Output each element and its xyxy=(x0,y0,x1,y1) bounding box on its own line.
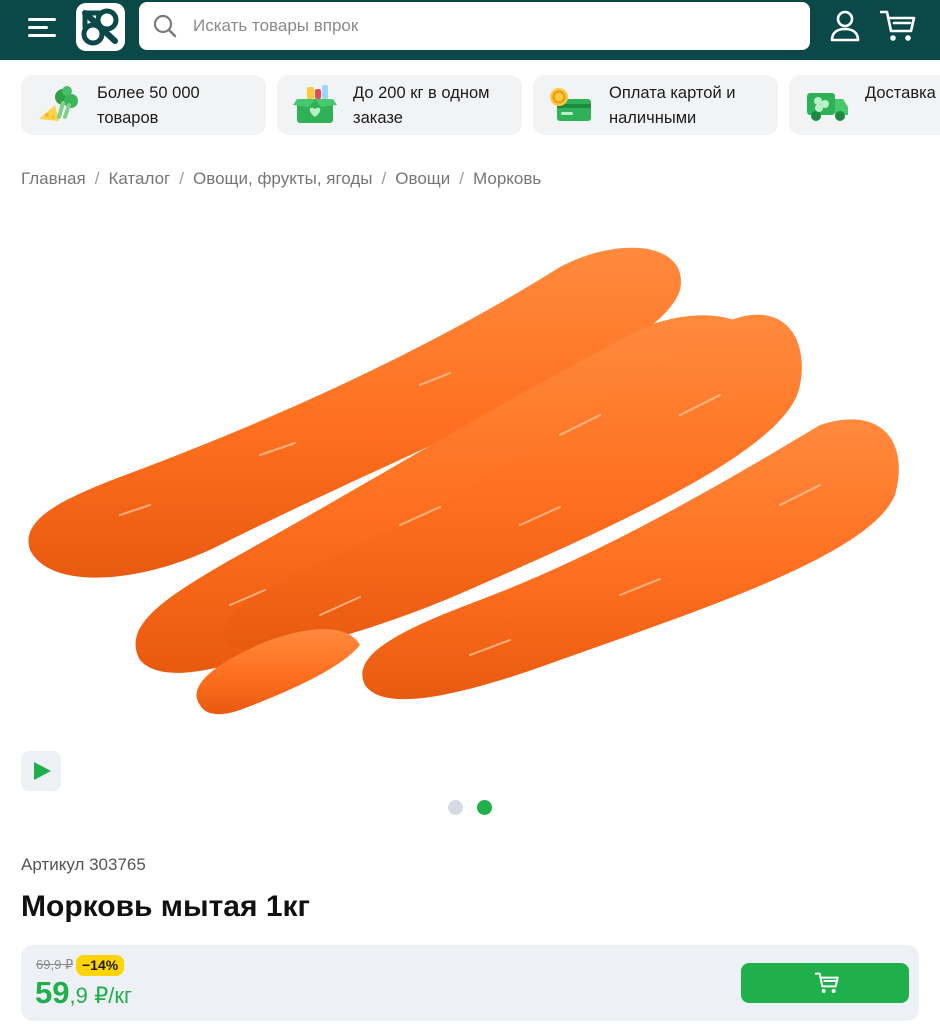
play-video-button[interactable] xyxy=(21,751,61,791)
box-heart-icon xyxy=(293,85,337,123)
price-unit: ₽/кг xyxy=(94,983,133,1008)
cart-icon xyxy=(815,972,839,993)
price-integer: 59 xyxy=(35,975,70,1010)
feature-card-assortment[interactable]: Более 50 000 товаров xyxy=(21,75,266,135)
product-sku: Артикул 303765 xyxy=(21,855,146,874)
gallery-dot-2-active[interactable] xyxy=(477,800,492,815)
feature-card-payment[interactable]: Оплата картой и наличными xyxy=(533,75,778,135)
product-image[interactable] xyxy=(0,215,940,735)
price-fraction: ,9 xyxy=(69,983,88,1008)
feature-card-delivery[interactable]: Доставка заказа xyxy=(789,75,940,135)
breadcrumb-vegetables[interactable]: Овощи xyxy=(395,169,450,188)
breadcrumb: Главная / Каталог / Овощи, фрукты, ягоды / Ово… xyxy=(21,169,542,188)
old-price: 69,9 ₽ xyxy=(36,957,74,972)
gallery-dot-1[interactable] xyxy=(448,800,463,815)
cart-icon[interactable] xyxy=(880,9,916,43)
delivery-truck-icon xyxy=(807,93,848,121)
play-icon xyxy=(34,762,51,780)
logo[interactable] xyxy=(76,3,125,51)
menu-icon[interactable] xyxy=(24,14,58,44)
discount-badge: −14% xyxy=(76,955,125,976)
search-input[interactable] xyxy=(193,2,793,50)
feature-text: Оплата картой и наличными xyxy=(609,84,736,127)
product-title: Морковь мытая 1кг xyxy=(21,890,311,923)
price-panel: 69,9 ₽ −14% 59,9 ₽/кг xyxy=(21,945,919,1021)
breadcrumb-catalog[interactable]: Каталог xyxy=(108,169,170,188)
breadcrumb-vegetables-fruits[interactable]: Овощи, фрукты, ягоды xyxy=(193,169,373,188)
feature-text: До 200 кг в одном заказе xyxy=(353,84,490,127)
search-icon[interactable] xyxy=(153,14,177,38)
feature-card-weight[interactable]: До 200 кг в одном заказе xyxy=(277,75,522,135)
card-coin-icon xyxy=(550,88,591,121)
feature-text: Доставка заказа xyxy=(865,84,940,102)
feature-text: Более 50 000 товаров xyxy=(97,84,200,127)
top-header xyxy=(0,0,940,60)
feature-cards: Более 50 000 товаров До 200 кг в одном з… xyxy=(21,75,940,135)
user-icon[interactable] xyxy=(830,10,860,42)
breadcrumb-home[interactable]: Главная xyxy=(21,169,86,188)
current-price: 59,9 ₽/кг xyxy=(35,975,132,1011)
add-to-cart-button[interactable] xyxy=(741,963,909,1003)
gallery-pagination xyxy=(448,800,498,816)
search-bar xyxy=(139,2,810,50)
broccoli-cheese-icon xyxy=(39,86,78,121)
breadcrumb-carrot[interactable]: Морковь xyxy=(473,169,541,188)
